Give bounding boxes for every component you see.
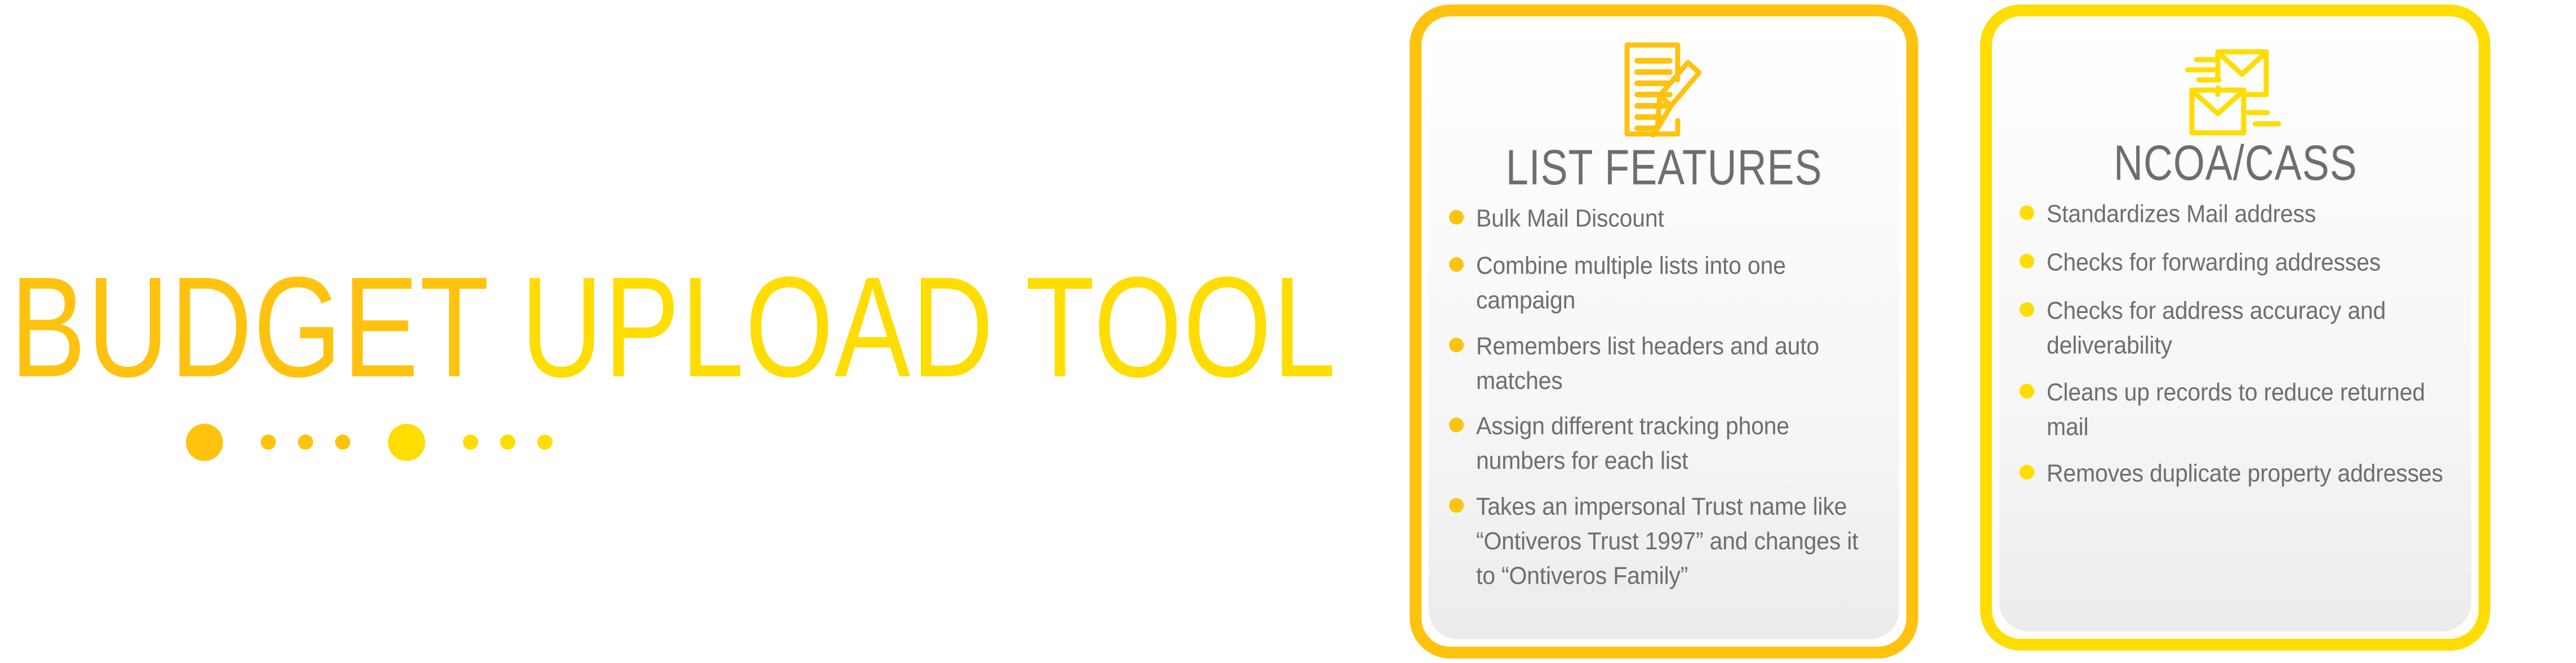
list-item: Bulk Mail Discount	[1449, 201, 1879, 234]
list-item: Checks for forwarding addresses	[2020, 245, 2451, 277]
decorative-dot	[388, 423, 425, 461]
page-title-word-upload-tool: UPLOAD TOOL	[520, 248, 1337, 407]
decorative-dot	[261, 434, 276, 450]
decorative-dot	[298, 434, 313, 450]
card-list-features-title: LIST FEATURES	[1505, 139, 1822, 195]
list-item-label: Combine multiple lists into one campaign	[1476, 252, 1786, 315]
bullet-dot-icon	[1449, 257, 1464, 272]
decorative-dot-row	[186, 404, 552, 480]
card-list-features-bullets: Bulk Mail Discount Combine multiple list…	[1449, 201, 1879, 628]
page-title-word-budget: BUDGET	[10, 248, 521, 407]
document-pen-icon	[1616, 36, 1713, 143]
bullet-dot-icon	[1449, 210, 1464, 225]
card-ncoa-cass: NCOA/CASS Standardizes Mail address Chec…	[1980, 5, 2490, 651]
card-ncoa-cass-bullets: Standardizes Mail address Checks for for…	[2020, 196, 2451, 620]
list-item-label: Standardizes Mail address	[2047, 200, 2316, 228]
list-item: Cleans up records to reduce returned mai…	[2020, 375, 2451, 441]
list-item: Combine multiple lists into one campaign	[1449, 248, 1879, 314]
list-item-label: Checks for address accuracy and delivera…	[2047, 297, 2386, 360]
card-list-features: LIST FEATURES Bulk Mail Discount Combine…	[1410, 5, 1918, 658]
list-item: Checks for address accuracy and delivera…	[2020, 293, 2451, 359]
list-item-label: Bulk Mail Discount	[1476, 204, 1664, 232]
list-item: Takes an impersonal Trust name like “Ont…	[1449, 489, 1879, 589]
bullet-dot-icon	[1449, 337, 1464, 352]
decorative-dot	[463, 434, 478, 450]
decorative-dot	[500, 434, 515, 450]
bullet-dot-icon	[2020, 302, 2034, 317]
card-ncoa-cass-body: NCOA/CASS Standardizes Mail address Chec…	[1999, 24, 2471, 631]
list-item-label: Takes an impersonal Trust name like “Ont…	[1476, 492, 1859, 590]
decorative-dot	[335, 434, 350, 450]
list-item: Removes duplicate property addresses	[2020, 456, 2451, 489]
envelopes-forwarding-icon	[2182, 36, 2289, 138]
list-item-label: Assign different tracking phone numbers …	[1476, 412, 1790, 474]
card-ncoa-cass-title: NCOA/CASS	[2113, 135, 2357, 191]
list-item: Standardizes Mail address	[2020, 196, 2451, 229]
bullet-dot-icon	[2020, 465, 2034, 480]
bullet-dot-icon	[2020, 205, 2034, 220]
card-list-features-body: LIST FEATURES Bulk Mail Discount Combine…	[1429, 24, 1899, 639]
page-title: BUDGET UPLOAD TOOL	[10, 256, 1337, 399]
hero-section: BUDGET UPLOAD TOOL	[0, 0, 1397, 663]
list-item-label: Checks for forwarding addresses	[2047, 248, 2381, 276]
bullet-dot-icon	[2020, 254, 2034, 269]
decorative-dot	[186, 423, 223, 461]
list-item: Remembers list headers and auto matches	[1449, 329, 1879, 394]
list-item-label: Removes duplicate property addresses	[2047, 459, 2443, 487]
list-item-label: Remembers list headers and auto matches	[1476, 332, 1820, 395]
bullet-dot-icon	[2020, 383, 2034, 398]
bullet-dot-icon	[1449, 498, 1464, 513]
list-item: Assign different tracking phone numbers …	[1449, 409, 1879, 474]
decorative-dot	[537, 434, 552, 450]
bullet-dot-icon	[1449, 418, 1464, 433]
list-item-label: Cleans up records to reduce returned mai…	[2047, 378, 2425, 441]
